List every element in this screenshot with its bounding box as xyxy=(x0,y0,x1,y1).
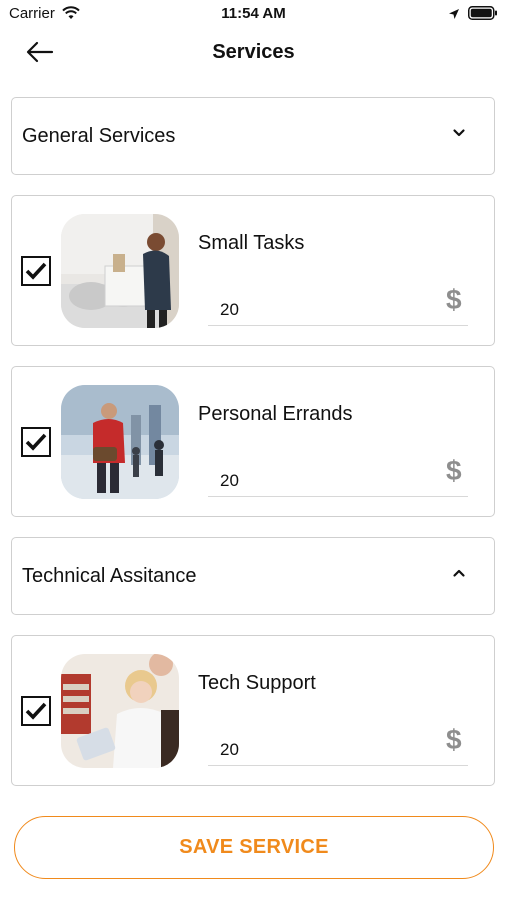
service-card-personal-errands: Personal Errands $ xyxy=(11,366,495,517)
category-label: Technical Assitance xyxy=(22,565,197,587)
checkmark-icon xyxy=(25,702,47,720)
category-general-services[interactable]: General Services xyxy=(11,97,495,175)
chevron-down-icon xyxy=(453,129,465,137)
save-service-button[interactable]: SAVE SERVICE xyxy=(14,816,494,879)
person-in-red-jacket-street-photo xyxy=(61,385,179,499)
status-time: 11:54 AM xyxy=(221,5,286,22)
service-checkbox[interactable] xyxy=(21,256,51,286)
page-title: Services xyxy=(212,41,295,63)
service-checkbox[interactable] xyxy=(21,696,51,726)
price-input[interactable] xyxy=(208,465,468,497)
chevron-up-icon xyxy=(453,569,465,577)
dollar-icon: $ xyxy=(446,455,462,486)
service-card-tech-support: Tech Support $ xyxy=(11,635,495,786)
service-name: Tech Support xyxy=(198,672,316,694)
service-checkbox[interactable] xyxy=(21,427,51,457)
dollar-icon: $ xyxy=(446,284,462,315)
price-input[interactable] xyxy=(208,294,468,326)
battery-icon xyxy=(468,6,498,25)
service-name: Personal Errands xyxy=(198,403,353,425)
woman-with-tablet-photo xyxy=(61,654,179,768)
checkmark-icon xyxy=(25,262,47,280)
status-bar: Carrier 11:54 AM xyxy=(0,0,507,28)
category-label: General Services xyxy=(22,125,176,147)
location-arrow-icon xyxy=(448,7,460,25)
service-name: Small Tasks xyxy=(198,232,305,254)
dollar-icon: $ xyxy=(446,724,462,755)
price-input[interactable] xyxy=(208,734,468,766)
service-card-small-tasks: Small Tasks $ xyxy=(11,195,495,346)
mover-carrying-box-photo xyxy=(61,214,179,328)
category-technical-assistance[interactable]: Technical Assitance xyxy=(11,537,495,615)
checkmark-icon xyxy=(25,433,47,451)
